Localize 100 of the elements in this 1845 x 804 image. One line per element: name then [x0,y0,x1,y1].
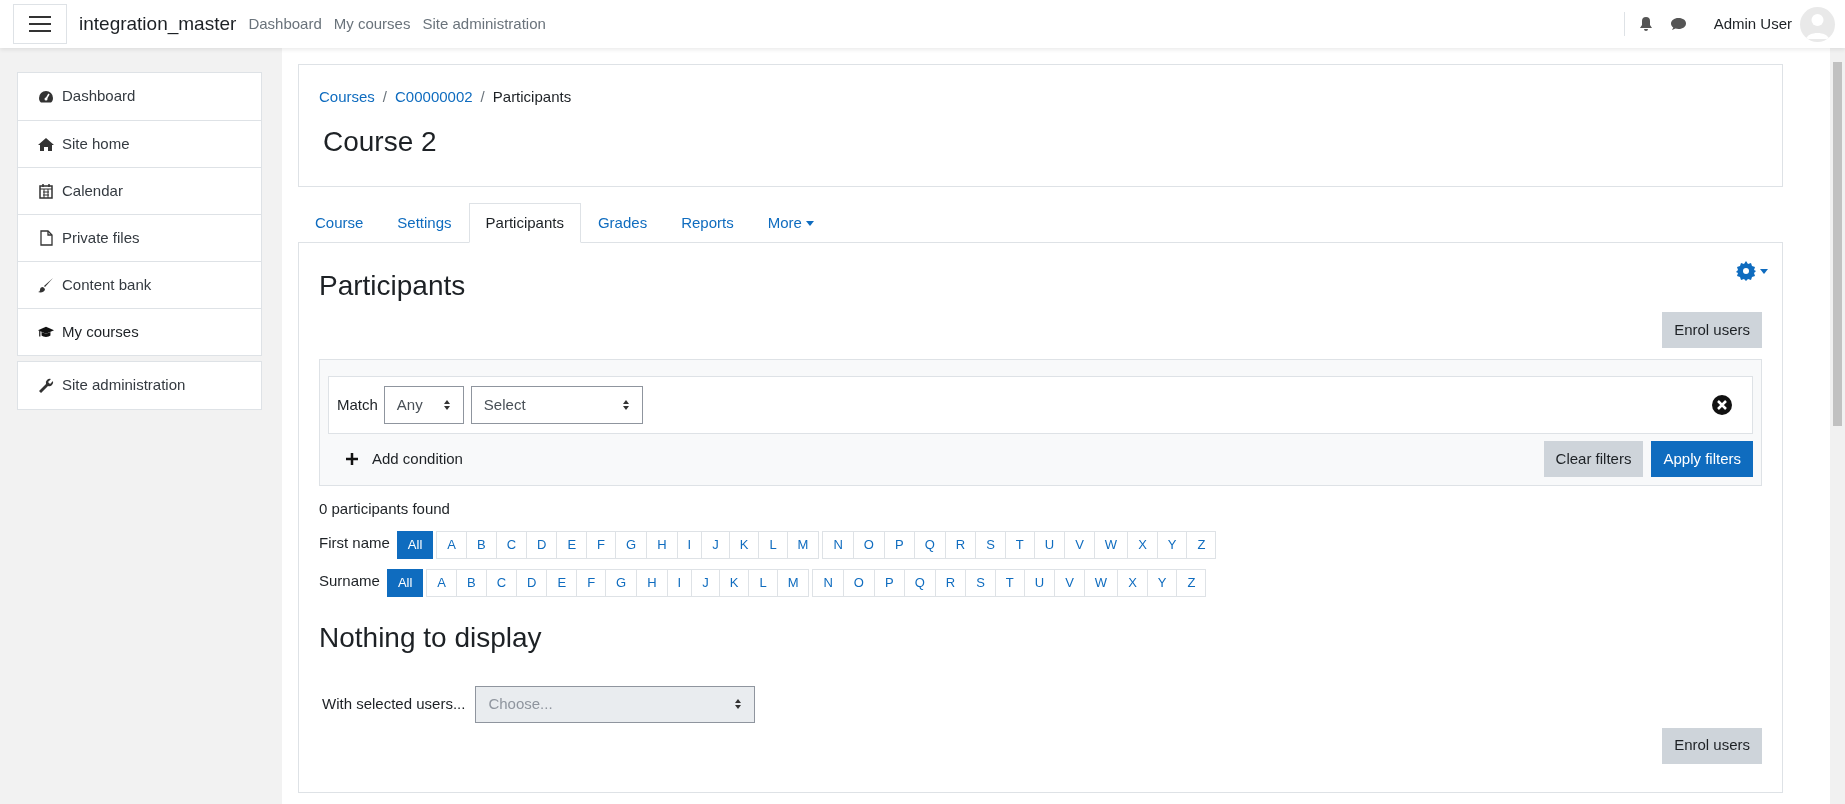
nav-tab[interactable]: Course [298,203,381,243]
initial-filter-button[interactable]: L [748,568,778,597]
initial-filter-button[interactable]: B [456,568,487,597]
initial-filter-button[interactable]: U [1033,530,1066,559]
initial-filter-button[interactable]: O [852,530,885,559]
initial-filter-button[interactable]: D [526,530,558,559]
sidebar-item[interactable]: Private files [18,214,261,261]
initial-filter-button[interactable]: G [615,530,648,559]
initial-filter-button[interactable]: Q [903,568,936,597]
initial-filter-button[interactable]: V [1054,568,1085,597]
initial-filter-button[interactable]: D [516,568,548,597]
sort-arrows-icon [442,399,451,411]
match-select[interactable]: Any [383,386,464,424]
breadcrumb-separator: / [382,87,388,107]
bell-icon[interactable] [1638,16,1653,32]
breadcrumb-link[interactable]: C00000002 [395,86,473,109]
sidebar-item[interactable]: Dashboard [18,73,261,120]
sidebar-item[interactable]: Calendar [18,167,261,214]
navbar-link[interactable]: My courses [333,12,411,36]
initials-label: Surname [319,570,380,591]
initial-filter-button[interactable]: H [636,568,668,597]
plus-icon [346,453,358,465]
initial-filter-button[interactable]: X [1117,568,1148,597]
nav-tab[interactable]: More [750,203,831,243]
initial-filter-button[interactable]: P [874,568,905,597]
apply-filters-button[interactable]: Apply filters [1651,441,1753,477]
initial-filter-button[interactable]: G [605,568,638,597]
section-title: Participants [319,269,466,303]
sidebar-item[interactable]: Site home [18,120,261,167]
settings-menu-button[interactable] [1736,261,1768,281]
initial-filter-button[interactable]: H [646,530,678,559]
menu-button[interactable] [13,4,67,44]
initial-filter-button[interactable]: O [842,568,875,597]
initial-filter-button[interactable]: M [786,530,820,559]
initial-filter-button[interactable]: R [934,568,967,597]
initial-filter-button[interactable]: A [436,530,467,559]
nav-tab[interactable]: Reports [664,203,751,243]
initial-filter-button[interactable]: A [426,568,457,597]
initial-filter-button[interactable]: J [701,530,730,559]
initial-filter-button[interactable]: S [975,530,1006,559]
navbar-link[interactable]: Site administration [422,12,546,36]
initial-filter-button[interactable]: T [1004,530,1035,559]
nav-tab[interactable]: Grades [580,203,665,243]
initial-filter-button[interactable]: E [546,568,578,597]
sidebar-item[interactable]: My courses [18,308,261,355]
match-label: Match [337,394,378,415]
graduation-cap-icon [38,325,54,339]
initial-filter-button[interactable]: Z [1186,530,1217,559]
sidebar-item[interactable]: Site administration [18,362,261,409]
clear-filters-button[interactable]: Clear filters [1543,441,1644,477]
settings-icon [1736,261,1756,281]
initial-filter-button[interactable]: All [386,568,424,597]
sidebar-item[interactable]: Content bank [18,261,261,308]
add-condition-button[interactable]: Add condition [328,441,473,477]
nav-tab[interactable]: Settings [380,203,469,243]
initial-filter-button[interactable]: I [676,530,703,559]
initial-filter-button[interactable]: N [822,530,854,559]
sort-arrows-icon [621,399,630,411]
close-icon[interactable] [1712,395,1732,415]
enrol-users-button[interactable]: Enrol users [1662,727,1762,764]
brush-icon [38,277,54,293]
gauge-icon [38,89,54,104]
initial-filter-button[interactable]: Q [913,530,946,559]
course-title: Course 2 [323,124,438,159]
breadcrumb-current: Participants [492,87,572,107]
initial-filter-button[interactable]: All [396,530,434,559]
field-select[interactable]: Select [470,386,643,424]
initial-filter-button[interactable]: N [812,568,844,597]
initial-filter-button[interactable]: J [691,568,720,597]
initial-filter-button[interactable]: Z [1176,568,1207,597]
enrol-users-button[interactable]: Enrol users [1662,312,1762,348]
initial-filter-button[interactable]: U [1023,568,1056,597]
initial-filter-button[interactable]: F [586,530,617,559]
scrollbar[interactable] [1830,48,1845,804]
initial-filter-button[interactable]: C [495,530,528,559]
chat-bubble-icon[interactable] [1669,17,1687,31]
bulk-action-label: With selected users... [322,693,466,714]
initial-filter-button[interactable]: P [883,530,915,559]
initial-filter-button[interactable]: V [1064,530,1095,559]
initial-filter-button[interactable]: T [994,568,1025,597]
user-name[interactable]: Admin User [1713,12,1792,36]
initial-filter-button[interactable]: F [576,568,607,597]
initial-filter-button[interactable]: B [466,530,497,559]
sort-arrows-icon [734,698,743,710]
initial-filter-button[interactable]: M [776,568,810,597]
initials-label: First name [319,532,390,553]
empty-message: Nothing to display [319,620,543,655]
initial-filter-button[interactable]: L [758,530,788,559]
initial-filter-button[interactable]: R [944,530,977,559]
initial-filter-button[interactable]: S [965,568,996,597]
menu-icon [29,16,51,32]
initial-filter-button[interactable]: E [556,530,588,559]
breadcrumb-link[interactable]: Courses [319,86,375,109]
navbar-link[interactable]: Dashboard [248,12,322,36]
initial-filter-button[interactable]: X [1127,530,1158,559]
calendar-icon [39,183,53,199]
wrench-icon [38,377,54,394]
initial-filter-button[interactable]: I [666,568,693,597]
nav-tab[interactable]: Participants [468,203,581,243]
initial-filter-button[interactable]: C [485,568,518,597]
